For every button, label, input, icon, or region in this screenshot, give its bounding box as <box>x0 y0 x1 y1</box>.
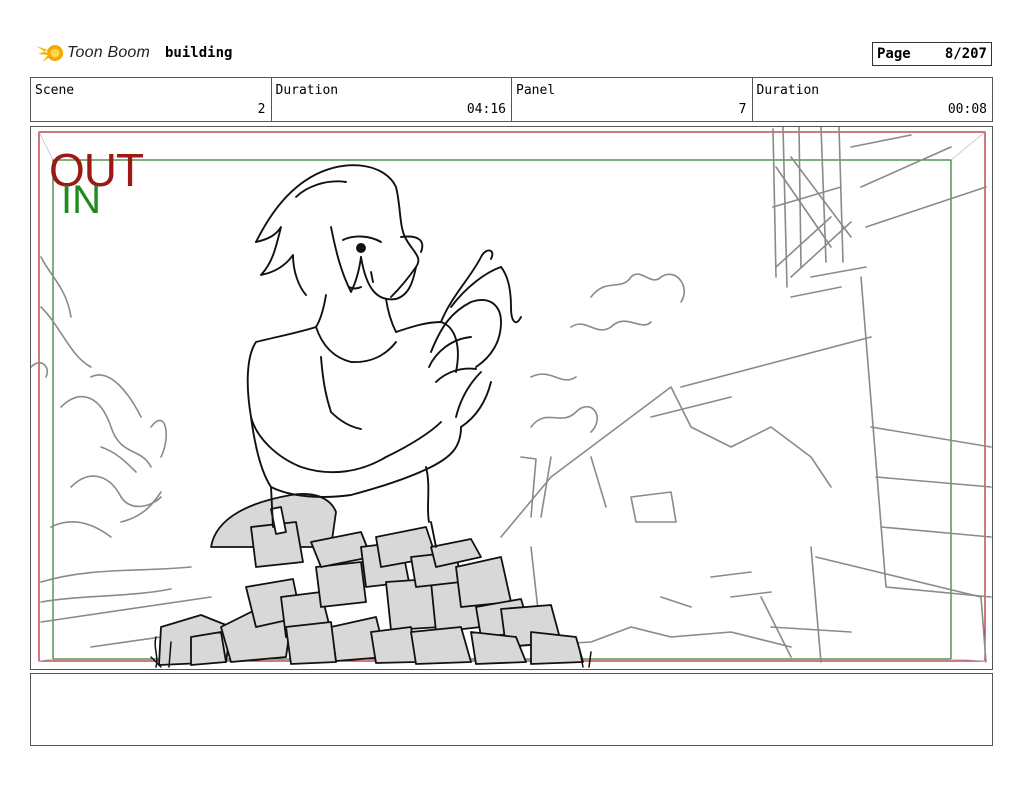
rubble-pile <box>158 493 584 666</box>
panel-value: 7 <box>738 102 747 117</box>
page-indicator: Page 8/207 <box>872 42 992 66</box>
scene-cell: Scene 2 <box>31 78 272 121</box>
out-frame <box>38 131 986 662</box>
panel-sketch <box>31 127 992 668</box>
character-sketch <box>246 164 522 548</box>
page-label: Page <box>877 46 911 62</box>
panel-duration-value: 00:08 <box>947 102 987 117</box>
panel-label: Panel <box>516 83 556 98</box>
logo-text: Toon Boom <box>67 44 151 61</box>
scene-value: 2 <box>257 102 266 117</box>
panel-duration-cell: Duration 00:08 <box>753 78 993 121</box>
scene-label: Scene <box>35 83 75 98</box>
background-sketch <box>31 127 992 663</box>
star-burst-icon <box>36 45 63 62</box>
page-value: 8/207 <box>944 46 987 62</box>
info-row: Scene 2 Duration 04:16 Panel 7 Duration … <box>30 77 993 122</box>
scene-duration-cell: Duration 04:16 <box>272 78 512 121</box>
scene-duration-label: Duration <box>275 83 339 98</box>
panel-cell: Panel 7 <box>512 78 753 121</box>
project-name: building <box>165 45 233 61</box>
panel-notes[interactable] <box>30 673 993 746</box>
scene-duration-value: 04:16 <box>466 102 506 117</box>
storyboard-panel: OUT IN <box>30 126 993 670</box>
panel-duration-label: Duration <box>756 83 820 98</box>
toon-boom-logo: Toon Boom <box>34 38 164 68</box>
in-marker: IN <box>61 178 101 222</box>
